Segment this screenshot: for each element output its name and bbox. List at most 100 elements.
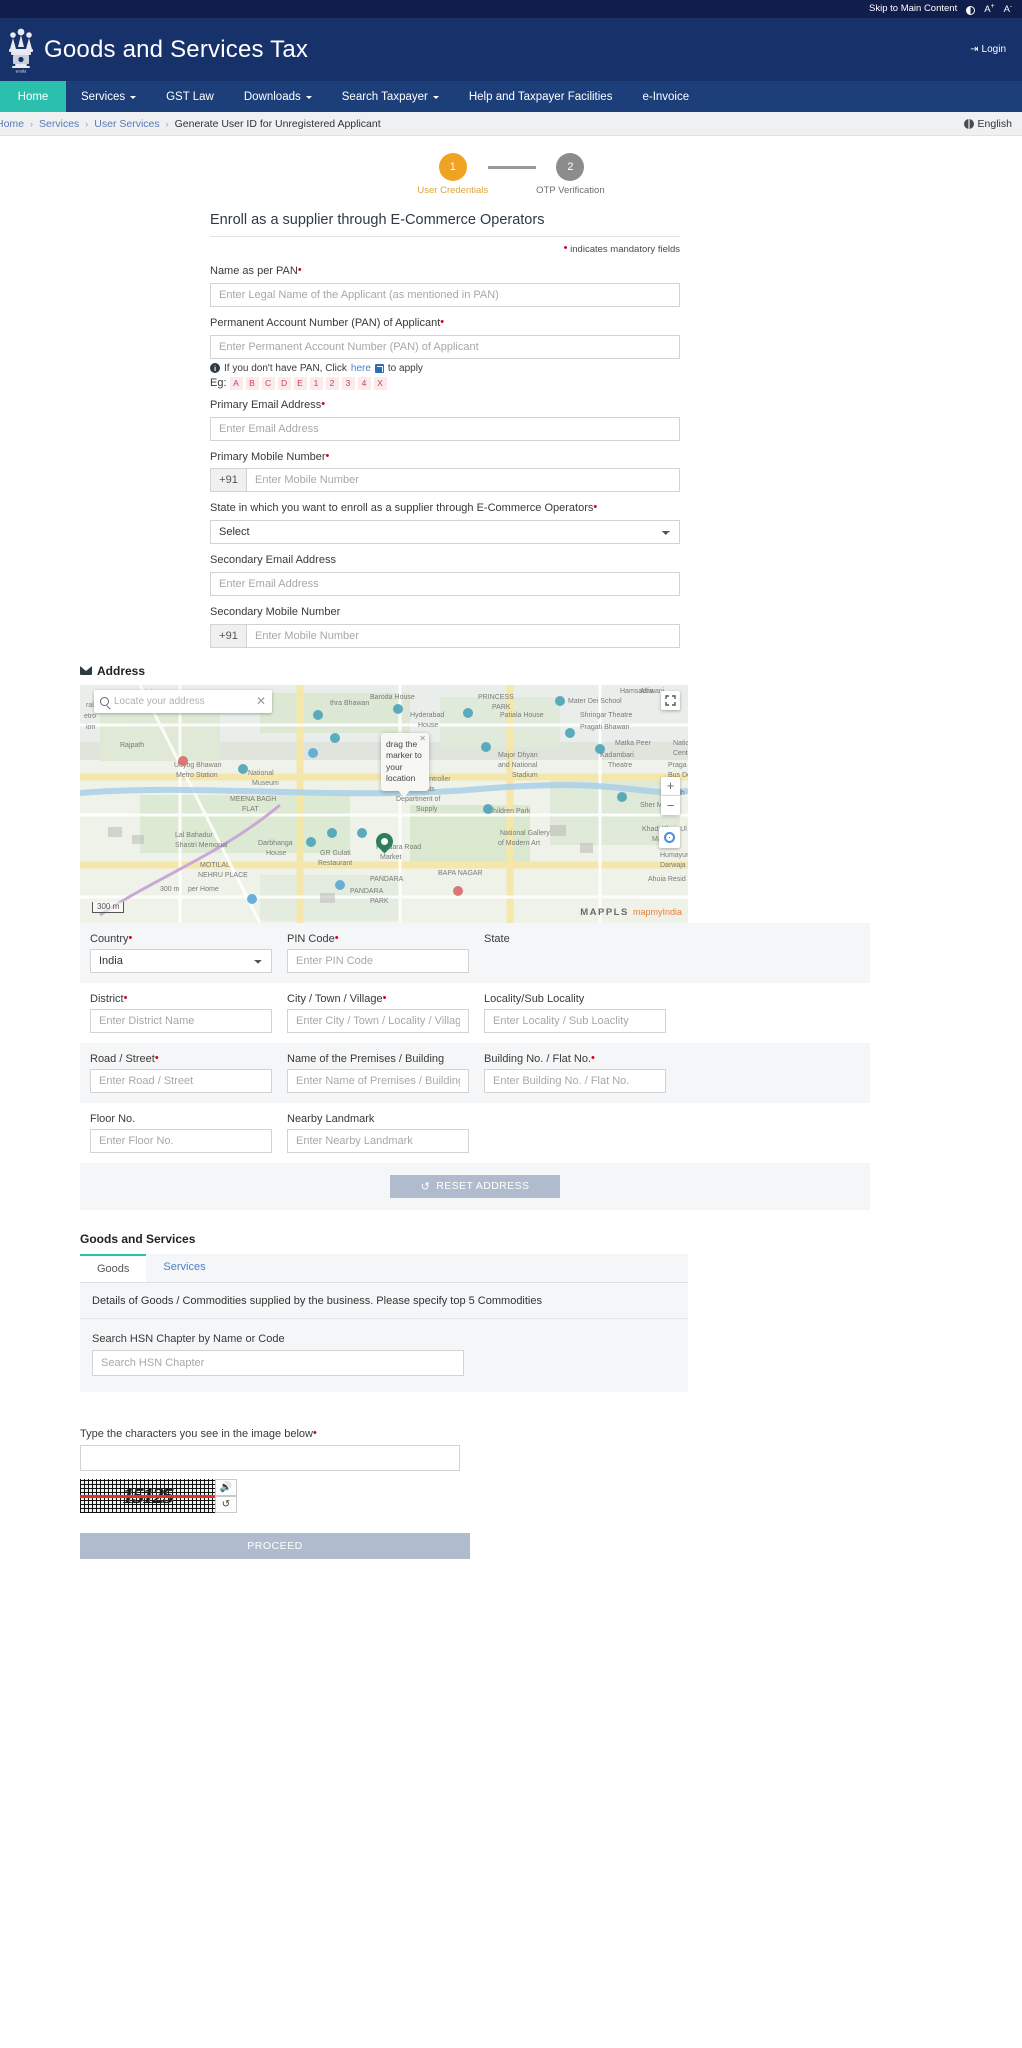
close-icon[interactable]: ✕ xyxy=(419,734,426,745)
floor-no-input[interactable] xyxy=(90,1128,272,1153)
tab-goods[interactable]: Goods xyxy=(80,1253,147,1282)
svg-text:Restaurant: Restaurant xyxy=(318,860,352,867)
goods-services-panel: Goods Services Details of Goods / Commod… xyxy=(80,1253,688,1392)
address-section: Address ral etro ion Rajpath thra Bhawan… xyxy=(80,664,870,1210)
nav-label: Help and Taxpayer Facilities xyxy=(468,90,613,103)
field-group-landmark: Nearby Landmark xyxy=(287,1113,469,1153)
nav-item-home[interactable]: Home xyxy=(0,81,66,112)
locality-label: Locality/Sub Locality xyxy=(484,992,585,1005)
state-select[interactable]: Select xyxy=(210,520,680,545)
svg-text:Natio: Natio xyxy=(673,740,688,747)
breadcrumb-bar: Home › Services › User Services › Genera… xyxy=(0,112,1022,136)
fullscreen-icon[interactable] xyxy=(661,690,680,710)
city-input[interactable] xyxy=(287,1008,469,1033)
field-group-pan: Permanent Account Number (PAN) of Applic… xyxy=(210,316,680,359)
required-marker: • xyxy=(321,397,326,410)
captcha-input[interactable] xyxy=(80,1444,460,1471)
pan-label: Permanent Account Number (PAN) of Applic… xyxy=(210,315,445,329)
svg-text:PANDARA: PANDARA xyxy=(350,888,384,895)
name-input[interactable] xyxy=(210,282,680,307)
nav-label: Downloads xyxy=(243,90,301,103)
goods-services-tabs: Goods Services xyxy=(80,1253,688,1283)
locality-input[interactable] xyxy=(484,1008,666,1033)
country-label: Country• xyxy=(90,931,133,945)
reset-address-button[interactable]: ↺ RESET ADDRESS xyxy=(390,1174,560,1198)
required-marker: • xyxy=(325,449,330,462)
step-label: User Credentials xyxy=(417,185,489,196)
svg-text:Humayun: Humayun xyxy=(660,852,688,859)
field-group-hsn-search: Search HSN Chapter by Name or Code xyxy=(80,1319,688,1376)
nav-item-gst-law[interactable]: GST Law xyxy=(151,81,229,112)
svg-text:PRINCESS: PRINCESS xyxy=(478,694,514,701)
increase-font-size-button[interactable]: A+ xyxy=(984,3,994,15)
hsn-search-input[interactable] xyxy=(92,1349,464,1376)
pan-note-suffix: to apply xyxy=(387,362,423,374)
primary-email-input[interactable] xyxy=(210,416,680,441)
nav-item-services[interactable]: Services xyxy=(66,81,151,112)
country-select[interactable]: India xyxy=(90,948,272,973)
nav-item-e-invoice[interactable]: e-Invoice xyxy=(627,81,704,112)
breadcrumb-item-services[interactable]: Services xyxy=(39,118,79,130)
zoom-in-button[interactable]: + xyxy=(661,776,680,796)
required-marker: • xyxy=(297,264,302,276)
pan-input[interactable] xyxy=(210,334,680,359)
main-content: 1 User Credentials 2 OTP Verification En… xyxy=(0,136,1022,1601)
svg-text:Darbhanga: Darbhanga xyxy=(258,840,293,847)
contrast-icon[interactable] xyxy=(966,5,976,15)
zoom-out-button[interactable]: − xyxy=(661,795,680,815)
utility-bar: Skip to Main Content A+ A- xyxy=(0,0,1022,18)
building-no-input[interactable] xyxy=(484,1068,666,1093)
goods-services-description: Details of Goods / Commodities supplied … xyxy=(80,1283,688,1319)
proceed-button[interactable]: PROCEED xyxy=(80,1532,470,1559)
close-icon[interactable]: ✕ xyxy=(256,694,266,708)
tab-services[interactable]: Services xyxy=(146,1254,222,1282)
my-location-icon[interactable] xyxy=(659,826,680,848)
field-group-premises: Name of the Premises / Building xyxy=(287,1053,469,1093)
step-user-credentials[interactable]: 1 User Credentials xyxy=(417,153,488,196)
required-marker: • xyxy=(591,1051,595,1064)
landmark-input[interactable] xyxy=(287,1128,469,1153)
language-label: English xyxy=(977,117,1012,130)
main-navigation: Home Services GST Law Downloads Search T… xyxy=(0,81,1022,112)
captcha-controls: 🔊 ↺ xyxy=(215,1478,237,1513)
map-search-box[interactable]: ✕ xyxy=(94,689,272,713)
field-group-secondary-email: Secondary Email Address xyxy=(210,553,680,597)
pan-apply-link[interactable]: here xyxy=(351,363,371,374)
search-icon xyxy=(100,696,109,706)
svg-text:Pragati Bhawan: Pragati Bhawan xyxy=(580,724,630,731)
eg-char: 4 xyxy=(357,376,371,390)
primary-mobile-label: Primary Mobile Number• xyxy=(210,449,330,463)
address-fields: Country• India PIN Code• State xyxy=(80,922,870,1210)
refresh-icon[interactable]: ↺ xyxy=(215,1495,237,1513)
captcha-section: Type the characters you see in the image… xyxy=(80,1427,470,1559)
breadcrumb-item-home[interactable]: Home xyxy=(0,118,24,130)
nav-item-search-taxpayer[interactable]: Search Taxpayer xyxy=(327,81,454,112)
secondary-mobile-input[interactable] xyxy=(246,623,680,648)
address-map[interactable]: raletroion CENTRALSECRETARIAT Rajpath th… xyxy=(80,684,688,923)
svg-text:MOTILAL: MOTILAL xyxy=(200,862,230,869)
secondary-email-input[interactable] xyxy=(210,572,680,597)
district-input[interactable] xyxy=(90,1008,272,1033)
nav-item-help-and-taxpayer-facilities[interactable]: Help and Taxpayer Facilities xyxy=(454,81,628,112)
info-icon: i xyxy=(210,363,220,374)
svg-text:Centr: Centr xyxy=(673,750,688,757)
decrease-font-size-button[interactable]: A- xyxy=(1004,4,1012,15)
premises-input[interactable] xyxy=(287,1068,469,1093)
map-marker-icon[interactable] xyxy=(372,829,397,859)
breadcrumb-item-user-services[interactable]: User Services xyxy=(94,118,159,130)
locate-address-input[interactable] xyxy=(114,695,251,707)
primary-mobile-input[interactable] xyxy=(246,468,680,493)
step-number: 1 xyxy=(438,153,467,181)
language-selector[interactable]: English xyxy=(963,117,1012,130)
speaker-icon[interactable]: 🔊 xyxy=(215,1478,237,1496)
svg-text:Museum: Museum xyxy=(252,780,279,787)
svg-text:Asia: Asia xyxy=(640,688,654,695)
secondary-mobile-group: +91 xyxy=(210,623,680,648)
nav-item-downloads[interactable]: Downloads xyxy=(229,81,327,112)
road-input[interactable] xyxy=(90,1068,272,1093)
svg-text:BAPA NAGAR: BAPA NAGAR xyxy=(438,870,483,877)
skip-to-main-content-link[interactable]: Skip to Main Content xyxy=(869,4,957,14)
pin-code-input[interactable] xyxy=(287,948,469,973)
login-button[interactable]: ⇥ Login xyxy=(970,44,1010,55)
captcha-image: 15125 xyxy=(80,1478,215,1513)
